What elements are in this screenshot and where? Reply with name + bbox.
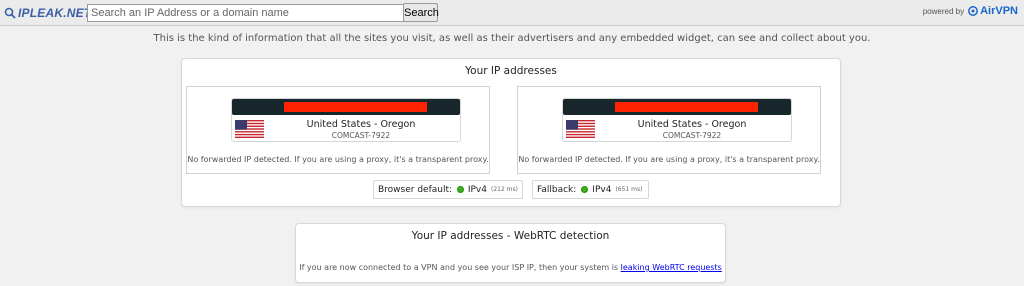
magnifier-logo-icon — [4, 7, 16, 19]
us-flag-icon — [235, 120, 264, 138]
webrtc-leak-link[interactable]: leaking WebRTC requests — [621, 263, 722, 272]
ip-isp: COMCAST-7922 — [331, 131, 391, 140]
proxy-note: No forwarded IP detected. If you are usi… — [518, 155, 820, 164]
privacy-tagline: This is the kind of information that all… — [153, 33, 871, 44]
ip-location: United States - Oregon — [637, 119, 747, 130]
us-flag-icon — [566, 120, 595, 138]
redacted-ip-address — [284, 102, 427, 112]
fallback-label: Fallback: — [537, 184, 577, 195]
ip-location: United States - Oregon — [306, 119, 416, 130]
ip-card[interactable]: United States - Oregon COMCAST-7922 — [231, 98, 461, 142]
webrtc-panel: Your IP addresses - WebRTC detection If … — [295, 223, 726, 283]
airvpn-logo-icon — [968, 6, 979, 16]
airvpn-brand[interactable]: AirVPN — [968, 5, 1018, 17]
site-logo[interactable]: IPLEAK.NET — [4, 4, 91, 21]
powered-by[interactable]: powered by AirVPN — [923, 5, 1018, 17]
ip-address-bar — [563, 99, 791, 115]
ip-address-bar — [232, 99, 460, 115]
redacted-ip-address — [615, 102, 758, 112]
ip-addresses-panel: Your IP addresses United States - Oregon… — [181, 58, 841, 207]
fallback-protocol: IPv4 — [592, 184, 612, 195]
webrtc-title: Your IP addresses - WebRTC detection — [411, 230, 610, 242]
ip-entry-ipv4: United States - Oregon COMCAST-7922 No f… — [186, 86, 490, 174]
webrtc-note: If you are now connected to a VPN and yo… — [296, 263, 725, 272]
fallback-time: (651 ms) — [615, 186, 643, 193]
top-bar: IPLEAK.NET Search powered by AirVPN — [0, 0, 1024, 26]
search-button[interactable]: Search — [403, 3, 439, 22]
browser-default-label: Browser default: — [378, 184, 453, 195]
ip-entry-fallback: United States - Oregon COMCAST-7922 No f… — [517, 86, 821, 174]
ip-addresses-title: Your IP addresses — [465, 65, 557, 77]
browser-default-status: Browser default: IPv4 (212 ms) — [373, 180, 523, 199]
proxy-note: No forwarded IP detected. If you are usi… — [187, 155, 489, 164]
search-input[interactable] — [87, 4, 404, 22]
ip-card[interactable]: United States - Oregon COMCAST-7922 — [562, 98, 792, 142]
browser-default-protocol: IPv4 — [467, 184, 487, 195]
status-ok-icon — [581, 186, 589, 193]
status-ok-icon — [457, 186, 464, 193]
powered-by-label: powered by — [922, 6, 965, 16]
logo-text: IPLEAK.NET — [18, 5, 92, 20]
airvpn-brand-text: AirVPN — [980, 5, 1018, 17]
ip-isp: COMCAST-7922 — [662, 131, 722, 140]
fallback-status: Fallback: IPv4 (651 ms) — [532, 180, 649, 199]
webrtc-note-text: If you are now connected to a VPN and yo… — [299, 263, 619, 272]
browser-default-time: (212 ms) — [490, 186, 518, 193]
